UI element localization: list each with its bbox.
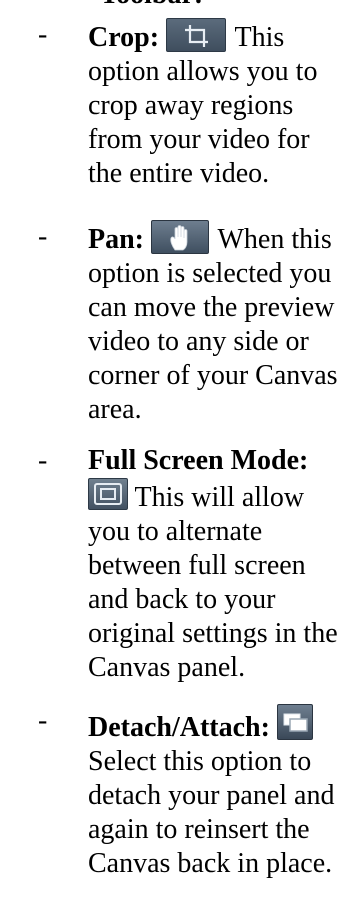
list-dash: - — [38, 19, 48, 50]
list-dash: - — [38, 221, 48, 252]
term-pan: Pan: — [88, 224, 144, 255]
description-detach-attach: Select this option to detach your panel … — [88, 746, 335, 879]
term-crop: Crop: — [88, 22, 160, 53]
full-screen-icon — [88, 478, 128, 510]
list-item-text: Detach/Attach: Select this option to det… — [88, 704, 346, 881]
description-full-screen: This will allow you to alternate between… — [88, 482, 338, 683]
list-dash: - — [38, 705, 48, 736]
hand-icon — [151, 220, 209, 254]
section-heading-fragment: Toolbar: — [100, 0, 203, 12]
crop-icon — [166, 18, 227, 52]
detach-attach-icon — [276, 704, 313, 740]
term-full-screen: Full Screen Mode: — [88, 445, 309, 476]
term-detach-attach: Detach/Attach: — [88, 712, 270, 743]
list-item-text: Full Screen Mode: This will allow you to… — [88, 444, 346, 685]
list-dash: - — [38, 445, 48, 476]
list-item-text: Crop: This option allows you to crop awa… — [88, 18, 346, 191]
list-item-text: Pan: When this option is selected you ca… — [88, 220, 346, 427]
